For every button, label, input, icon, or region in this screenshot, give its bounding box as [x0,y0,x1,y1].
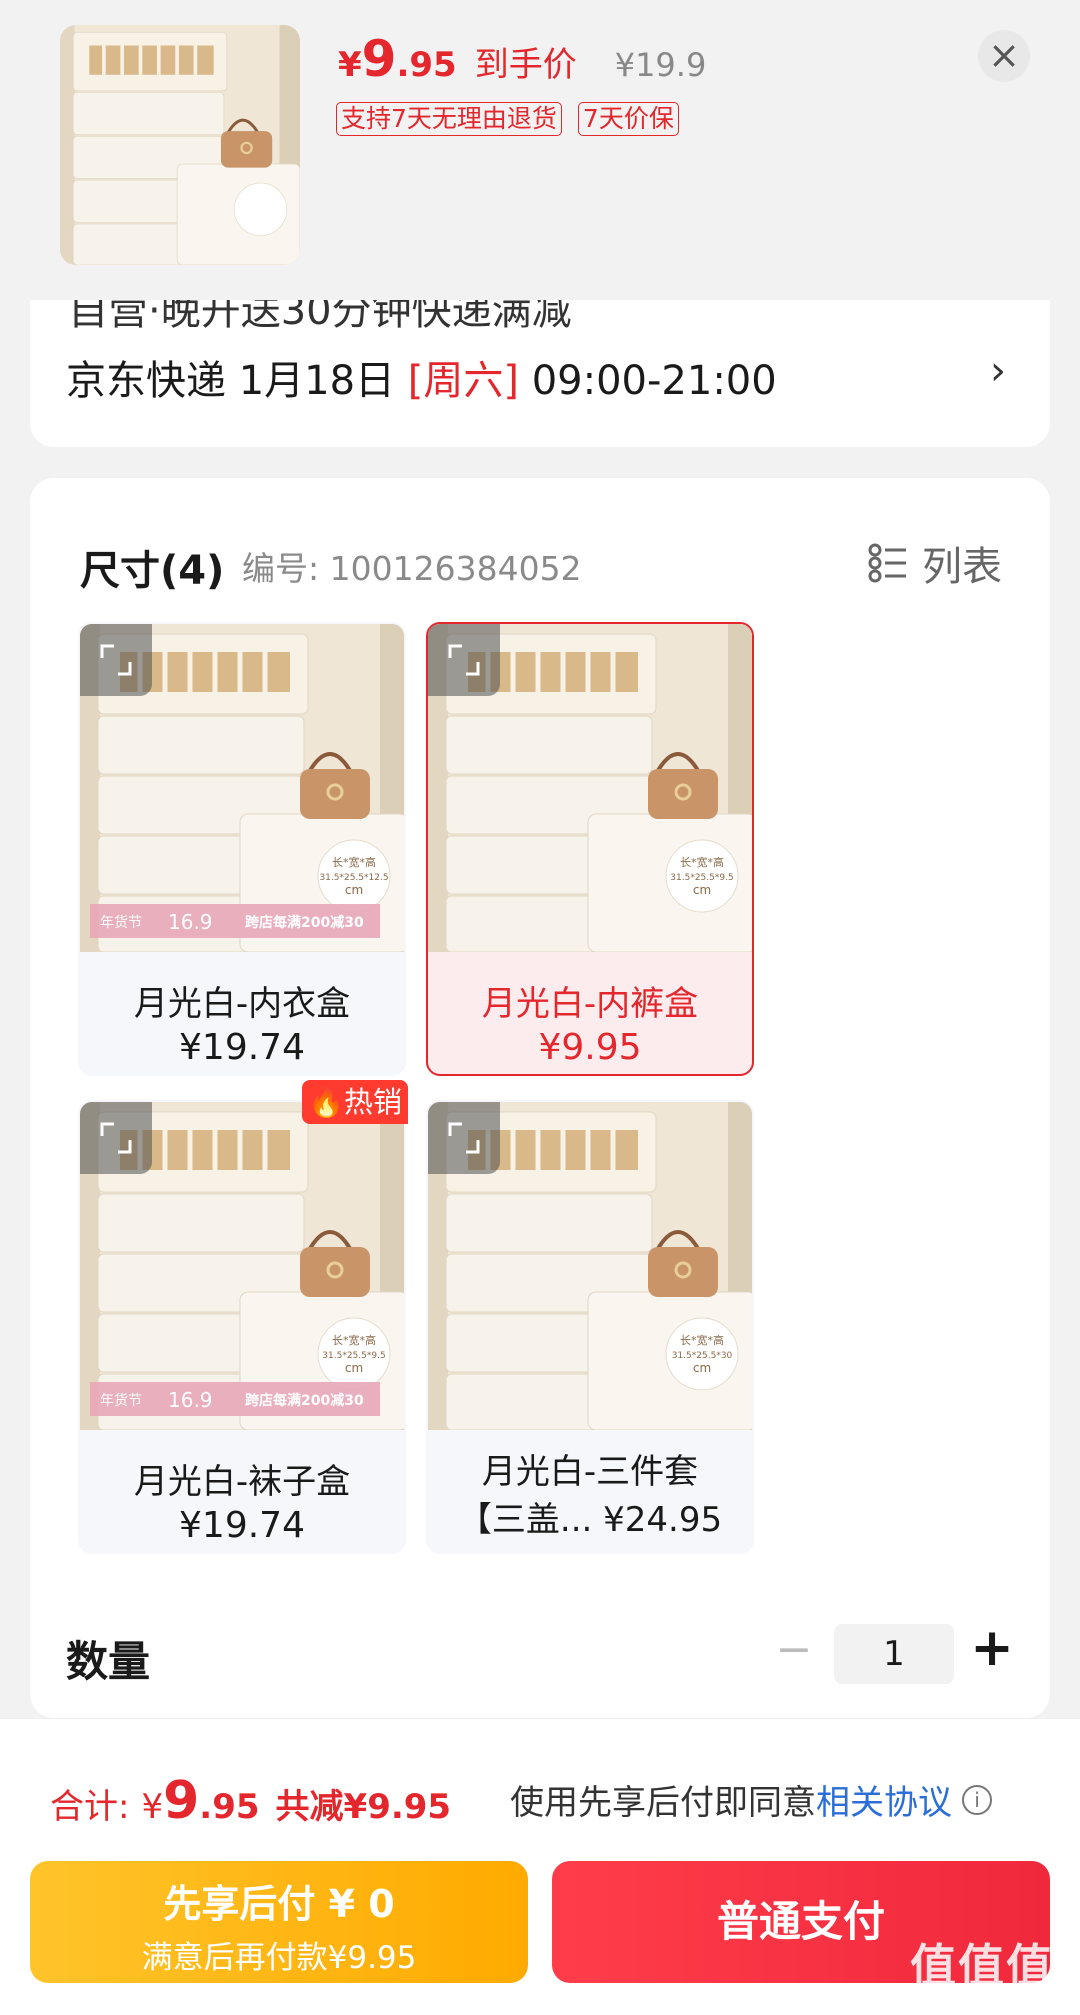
pay-later-label: 先享后付 ¥ 0 [163,1882,395,1926]
option-name-line2: 【三盖... [457,1500,593,1540]
option-price: ¥24.95 [603,1500,723,1540]
option-name: 月光白-袜子盒 [133,1462,351,1502]
delivery-truncated-text: 自营·晚开送30分钟快递满减 [68,300,572,334]
hot-sale-badge: 🔥热销 [302,1080,408,1124]
option-name: 月光白-内裤盒 [481,984,699,1024]
delivery-card[interactable]: 自营·晚开送30分钟快递满减 京东快递 1月18日 [周六] 09:00-21:… [30,300,1050,447]
quantity-input[interactable]: 1 [834,1624,954,1684]
spec-option-three-set[interactable]: 长*宽*高 31.5*25.5*30 cm 月光白-三件套 【三盖... ¥24… [426,1100,754,1554]
option-image: 长*宽*高 31.5*25.5*30 cm [428,1102,752,1430]
expand-image-button[interactable] [428,1102,500,1174]
spec-code: 编号: 100126384052 [242,549,582,588]
info-icon[interactable]: i [962,1784,992,1815]
return-badge: 支持7天无理由退货 [336,102,562,136]
spec-option-briefs-box[interactable]: 长*宽*高 31.5*25.5*9.5 cm 月光白-内裤盒 ¥9.95 [426,622,754,1076]
list-label: 列表 [922,544,1002,590]
total-savings: 共减¥9.95 [275,1787,452,1827]
delivery-info: 京东快递 1月18日 [周六] 09:00-21:00 [66,348,777,406]
price-decimal: .95 [396,45,457,85]
expand-icon [100,644,132,676]
final-price: ¥9.95 [338,30,457,88]
expand-image-button[interactable] [428,624,500,696]
expand-icon [448,644,480,676]
spec-option-socks-box[interactable]: 年货节 16.9 跨店每满200减30 长*宽*高 31.5*25.5*9.5 … [78,1100,406,1554]
spec-option-underwear-box[interactable]: 年货节 16.9 跨店每满200减30 长*宽*高 31.5*25.5*12.5… [78,622,406,1076]
option-name: 月光白-三件套 【三盖... ¥24.95 [428,1430,752,1544]
watermark-logo: 值值值 [910,1939,1054,1993]
agreement-link[interactable]: 相关协议 [816,1775,952,1824]
dimension-value: 31.5*25.5*30 [672,1351,733,1361]
expand-image-button[interactable] [80,1102,152,1174]
option-image: 年货节 16.9 跨店每满200减30 长*宽*高 31.5*25.5*9.5 … [80,1102,404,1430]
spec-title: 尺寸(4) [80,548,225,594]
option-image: 长*宽*高 31.5*25.5*9.5 cm [428,624,752,952]
quantity-decrease-button[interactable]: − [774,1622,814,1682]
delivery-time: 09:00-21:00 [519,358,777,404]
total-integer: 9 [163,1771,200,1831]
promo-discount: 跨店每满200减30 [245,1392,364,1409]
product-header: ¥9.95 到手价 ¥19.9 支持7天无理由退货 7天价保 × [0,0,1080,300]
expand-icon [448,1122,480,1154]
watermark-url: zhizhizhi.com [949,1988,1058,2007]
service-badges: 支持7天无理由退货 7天价保 [336,102,679,136]
list-icon [868,543,906,583]
promo-discount: 跨店每满200减30 [245,914,364,931]
dimension-value: 31.5*25.5*9.5 [322,1351,385,1361]
agreement-prefix: 使用先享后付即同意 [510,1783,816,1823]
delivery-weekday: [周六] [407,358,519,404]
chevron-right-icon[interactable]: › [990,348,1006,394]
option-name: 月光白-内衣盒 [133,984,351,1024]
promo-festival: 年货节 [100,1392,142,1409]
expand-icon [100,1122,132,1154]
price-tag: 到手价 [474,45,577,85]
dimension-value: 31.5*25.5*12.5 [319,873,388,883]
dimension-unit: cm [345,1361,363,1375]
option-name-line1: 月光白-三件套 [481,1452,699,1492]
total-decimal: .95 [199,1787,260,1827]
total-summary: 合计: ¥9.95 共减¥9.95 [50,1771,451,1831]
quantity-label: 数量 [66,1637,151,1686]
dimension-label: 长*宽*高 [680,1333,724,1347]
option-price: ¥9.95 [538,1027,642,1068]
dimension-label: 长*宽*高 [680,855,724,869]
quantity-increase-button[interactable]: + [970,1618,1014,1682]
dimension-label: 长*宽*高 [332,1333,376,1347]
price-row: ¥9.95 到手价 ¥19.9 [338,30,706,88]
promo-festival: 年货节 [100,914,142,931]
delivery-date: 京东快递 1月18日 [66,358,408,404]
option-image: 年货节 16.9 跨店每满200减30 长*宽*高 31.5*25.5*12.5… [80,624,404,952]
expand-image-button[interactable] [80,624,152,696]
agreement-text: 使用先享后付即同意 相关协议 i [510,1775,992,1824]
total-symbol: ¥ [141,1787,164,1827]
dimension-unit: cm [693,1361,711,1375]
dimension-value: 31.5*25.5*9.5 [670,873,733,883]
fire-icon: 🔥 [307,1085,345,1119]
original-price: ¥19.9 [614,46,707,84]
dimension-label: 长*宽*高 [332,855,376,869]
product-thumbnail [60,25,300,265]
promo-price: 16.9 [168,1388,213,1412]
pay-later-button[interactable]: 先享后付 ¥ 0 满意后再付款¥9.95 [30,1861,528,1983]
pay-later-subtitle: 满意后再付款¥9.95 [141,1940,417,1976]
dimension-unit: cm [693,883,711,897]
option-name-line2-price: 【三盖... ¥24.95 [444,1496,736,1544]
price-integer: 9 [361,30,397,88]
option-price: ¥19.74 [179,1505,305,1546]
price-protect-badge: 7天价保 [577,102,679,136]
hot-label: 热销 [344,1085,403,1119]
total-label: 合计: [50,1787,130,1827]
close-button[interactable]: × [978,30,1030,82]
list-view-toggle[interactable]: 列表 [868,534,1002,592]
price-symbol: ¥ [338,45,362,85]
dimension-unit: cm [345,883,363,897]
option-price: ¥19.74 [179,1027,305,1068]
close-icon: × [988,33,1020,77]
promo-price: 16.9 [168,910,213,934]
